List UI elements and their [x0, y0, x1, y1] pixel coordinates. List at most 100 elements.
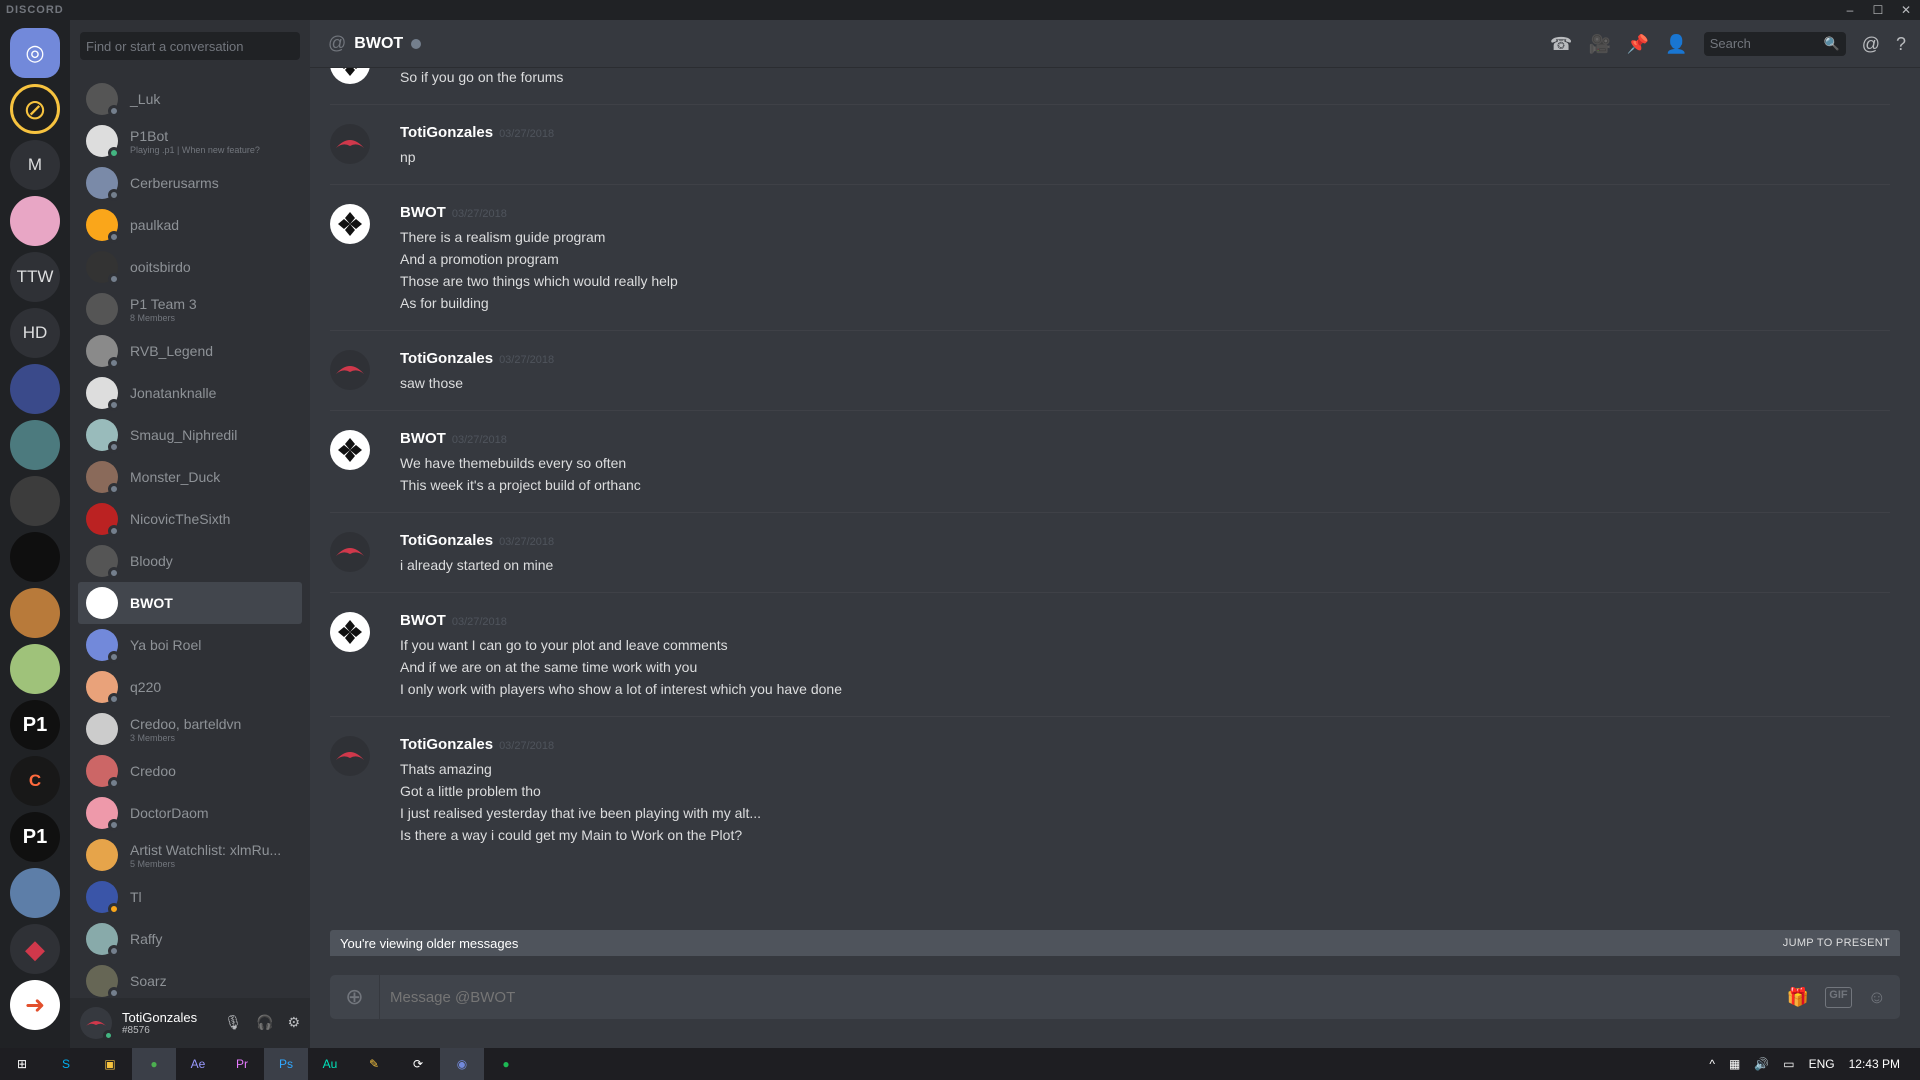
- message-author[interactable]: TotiGonzales 03/27/2018: [400, 532, 554, 549]
- guild-icon-12[interactable]: P1: [10, 700, 60, 750]
- video-call-icon[interactable]: 🎥: [1588, 34, 1610, 55]
- windows-start-icon[interactable]: ⊞: [0, 1048, 44, 1080]
- volume-icon[interactable]: 🔊: [1754, 1057, 1769, 1071]
- gift-icon[interactable]: 🎁: [1787, 987, 1809, 1008]
- emoji-icon[interactable]: ☺: [1868, 987, 1886, 1008]
- network-icon[interactable]: ▭: [1783, 1057, 1794, 1071]
- dm-item[interactable]: paulkad: [78, 204, 302, 246]
- dm-item[interactable]: Credoo: [78, 750, 302, 792]
- spotify-icon[interactable]: ●: [484, 1048, 528, 1080]
- jump-to-present-button[interactable]: JUMP TO PRESENT: [1783, 937, 1890, 949]
- guild-icon-5[interactable]: HD: [10, 308, 60, 358]
- add-friend-icon[interactable]: 👤: [1665, 34, 1687, 55]
- after-effects-icon[interactable]: Ae: [176, 1048, 220, 1080]
- dm-item[interactable]: ooitsbirdo: [78, 246, 302, 288]
- guild-icon-15[interactable]: [10, 868, 60, 918]
- guild-icon-4[interactable]: TTW: [10, 252, 60, 302]
- chrome-icon[interactable]: ●: [132, 1048, 176, 1080]
- dm-item[interactable]: Bloody: [78, 540, 302, 582]
- gif-icon[interactable]: GIF: [1825, 986, 1852, 1008]
- message-avatar[interactable]: [330, 350, 370, 390]
- upload-plus-icon[interactable]: ⊕: [330, 975, 380, 1019]
- guild-icon-11[interactable]: [10, 644, 60, 694]
- premiere-icon[interactable]: Pr: [220, 1048, 264, 1080]
- voice-call-icon[interactable]: ☎: [1550, 34, 1572, 55]
- message-input[interactable]: [380, 988, 1787, 1006]
- audition-icon[interactable]: Au: [308, 1048, 352, 1080]
- help-icon[interactable]: ?: [1896, 34, 1906, 55]
- guild-icon-10[interactable]: [10, 588, 60, 638]
- dm-item[interactable]: Jonatanknalle: [78, 372, 302, 414]
- guild-icon-1[interactable]: ⊘: [10, 84, 60, 134]
- dm-item[interactable]: RVB_Legend: [78, 330, 302, 372]
- dm-item[interactable]: BWOT: [78, 582, 302, 624]
- microphone-icon[interactable]: 🎙: [224, 1014, 242, 1031]
- headphones-icon[interactable]: 🎧: [256, 1014, 273, 1031]
- sync-icon[interactable]: ⟳: [396, 1048, 440, 1080]
- dm-item[interactable]: Raffy: [78, 918, 302, 960]
- tray-network-icon[interactable]: ▦: [1729, 1057, 1740, 1071]
- dm-item[interactable]: NicovicTheSixth: [78, 498, 302, 540]
- guild-icon-0[interactable]: ◎: [10, 28, 60, 78]
- dm-item[interactable]: Monster_Duck: [78, 456, 302, 498]
- user-avatar[interactable]: [80, 1007, 114, 1041]
- guild-icon-6[interactable]: [10, 364, 60, 414]
- message-avatar[interactable]: [330, 430, 370, 470]
- message-avatar[interactable]: [330, 68, 370, 84]
- dm-item[interactable]: P1Bot Playing .p1 | When new feature?: [78, 120, 302, 162]
- message-avatar[interactable]: [330, 532, 370, 572]
- guild-icon-2[interactable]: M: [10, 140, 60, 190]
- file-explorer-icon[interactable]: ▣: [88, 1048, 132, 1080]
- presence-dot: [108, 945, 120, 957]
- message-author[interactable]: BWOT 03/27/2018: [400, 612, 507, 629]
- settings-gear-icon[interactable]: ⚙: [287, 1014, 300, 1031]
- guild-icon-7[interactable]: [10, 420, 60, 470]
- skype-icon[interactable]: S: [44, 1048, 88, 1080]
- guild-icon-9[interactable]: [10, 532, 60, 582]
- dm-item[interactable]: _Luk: [78, 78, 302, 120]
- message-divider: [330, 512, 1890, 513]
- guild-icon-13[interactable]: C: [10, 756, 60, 806]
- dm-item[interactable]: Artist Watchlist: xlmRu... 5 Members: [78, 834, 302, 876]
- message-avatar[interactable]: [330, 204, 370, 244]
- message-avatar[interactable]: [330, 124, 370, 164]
- pen-tool-icon[interactable]: ✎: [352, 1048, 396, 1080]
- guild-icon-17[interactable]: ➜: [10, 980, 60, 1030]
- pinned-messages-icon[interactable]: 📌: [1627, 34, 1649, 55]
- guild-icon-16[interactable]: ◆: [10, 924, 60, 974]
- dm-item[interactable]: Cerberusarms: [78, 162, 302, 204]
- tray-up-arrow-icon[interactable]: ^: [1709, 1057, 1715, 1071]
- dm-search-input[interactable]: Find or start a conversation: [80, 32, 300, 60]
- message-author[interactable]: TotiGonzales 03/27/2018: [400, 736, 554, 753]
- guild-icon-14[interactable]: P1: [10, 812, 60, 862]
- dm-item[interactable]: P1 Team 38 Members: [78, 288, 302, 330]
- dm-item[interactable]: DoctorDaom: [78, 792, 302, 834]
- dm-item[interactable]: Smaug_Niphredil: [78, 414, 302, 456]
- dm-item[interactable]: Ya boi Roel: [78, 624, 302, 666]
- clock[interactable]: 12:43 PM: [1849, 1057, 1900, 1071]
- message-avatar[interactable]: [330, 612, 370, 652]
- dm-item[interactable]: Soarz: [78, 960, 302, 998]
- mentions-icon[interactable]: @: [1862, 34, 1880, 55]
- dm-avatar: [86, 293, 118, 325]
- discord-taskbar-icon[interactable]: ◉: [440, 1048, 484, 1080]
- dm-item[interactable]: Tl: [78, 876, 302, 918]
- message-text: Got a little problem tho: [400, 783, 541, 799]
- photoshop-icon[interactable]: Ps: [264, 1048, 308, 1080]
- dm-avatar: [86, 923, 120, 957]
- maximize-icon[interactable]: ☐: [1864, 0, 1892, 20]
- message-author[interactable]: TotiGonzales 03/27/2018: [400, 124, 554, 141]
- guild-icon-3[interactable]: [10, 196, 60, 246]
- close-icon[interactable]: ✕: [1892, 0, 1920, 20]
- search-input[interactable]: Search 🔍: [1703, 32, 1846, 56]
- dm-name: RVB_Legend: [130, 343, 214, 359]
- guild-icon-8[interactable]: [10, 476, 60, 526]
- message-avatar[interactable]: [330, 736, 370, 776]
- minimize-icon[interactable]: –: [1836, 0, 1864, 20]
- message-author[interactable]: TotiGonzales 03/27/2018: [400, 350, 554, 367]
- language-indicator[interactable]: ENG: [1809, 1057, 1835, 1071]
- dm-item[interactable]: Credoo, barteldvn 3 Members: [78, 708, 302, 750]
- message-author[interactable]: BWOT 03/27/2018: [400, 204, 507, 221]
- dm-item[interactable]: q220: [78, 666, 302, 708]
- message-author[interactable]: BWOT 03/27/2018: [400, 430, 507, 447]
